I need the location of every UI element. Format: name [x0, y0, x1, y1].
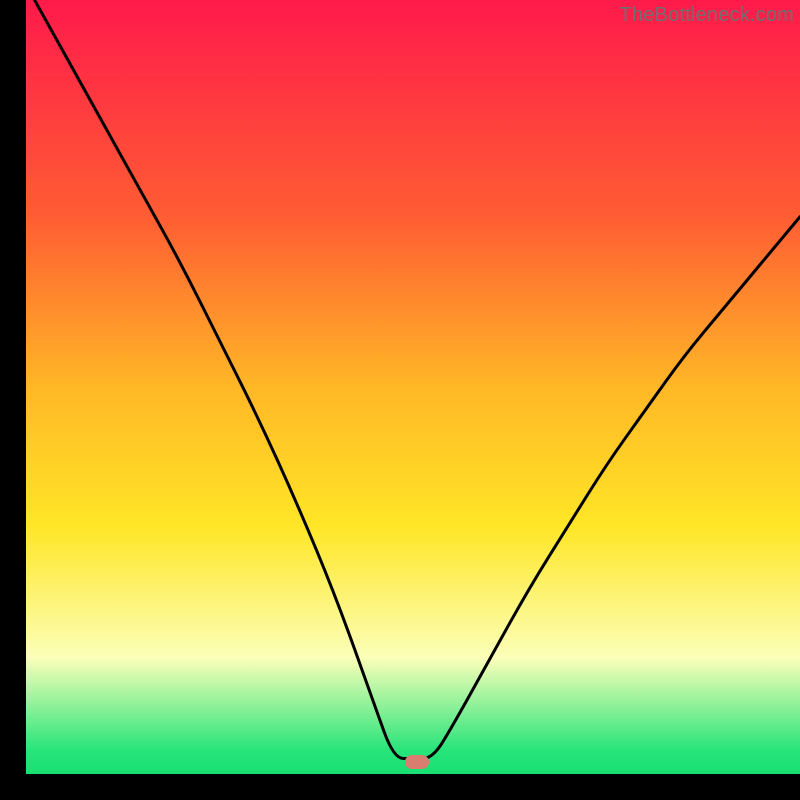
plot-area: [26, 0, 800, 774]
watermark-text: TheBottleneck.com: [619, 4, 794, 27]
optimal-marker: [405, 755, 429, 769]
chart-container: TheBottleneck.com: [0, 0, 800, 800]
bottleneck-curve: [26, 0, 800, 774]
